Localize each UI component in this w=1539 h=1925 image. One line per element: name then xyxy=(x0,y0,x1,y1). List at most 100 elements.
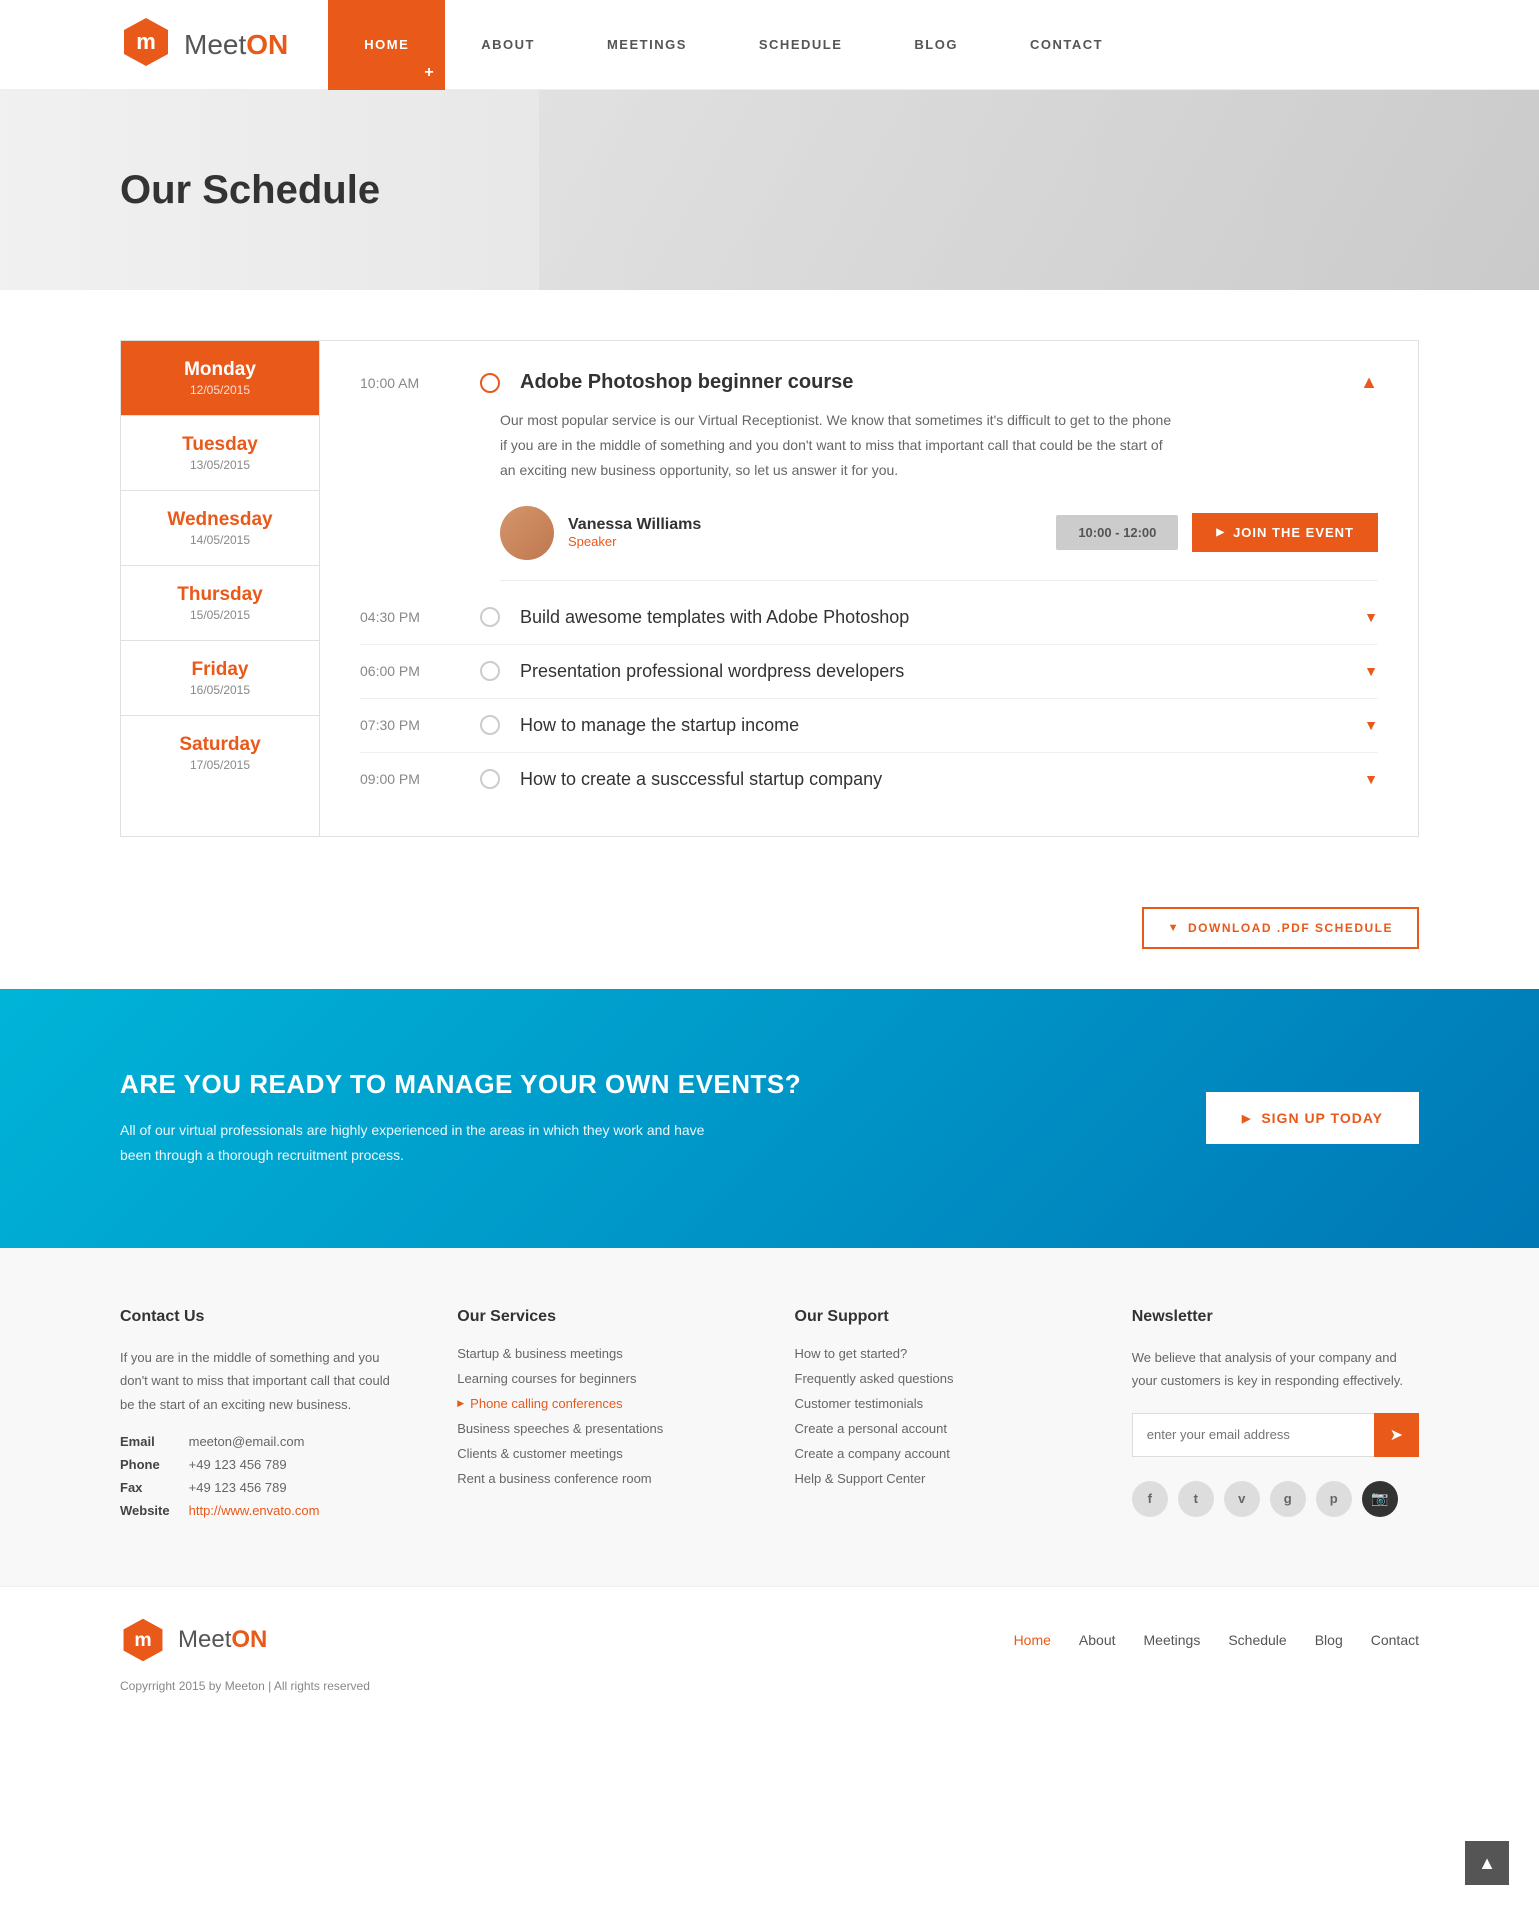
event-time-2: 06:00 PM xyxy=(360,663,480,679)
day-sidebar: Monday 12/05/2015 Tuesday 13/05/2015 Wed… xyxy=(120,340,320,837)
day-name-tuesday: Tuesday xyxy=(131,434,309,456)
nav-schedule[interactable]: SCHEDULE xyxy=(723,0,879,90)
featured-event-dot xyxy=(480,373,500,393)
google-icon[interactable]: g xyxy=(1270,1481,1306,1517)
service-link-4[interactable]: Business speeches & presentations xyxy=(457,1421,744,1436)
send-icon: ➤ xyxy=(1390,1427,1403,1444)
day-saturday[interactable]: Saturday 17/05/2015 xyxy=(121,716,319,790)
service-link-3[interactable]: ▶ Phone calling conferences xyxy=(457,1396,744,1411)
scroll-to-top-button[interactable]: ▲ xyxy=(1465,1841,1509,1885)
day-wednesday[interactable]: Wednesday 14/05/2015 xyxy=(121,491,319,566)
nav-blog[interactable]: BLOG xyxy=(878,0,994,90)
footer-nav-home[interactable]: Home xyxy=(1014,1632,1051,1648)
event-title-4: How to create a susccessful startup comp… xyxy=(520,769,1354,790)
nav-contact[interactable]: CONTACT xyxy=(994,0,1139,90)
hero-banner: Our Schedule xyxy=(0,90,1539,290)
day-date-wednesday: 14/05/2015 xyxy=(131,533,309,547)
website-link[interactable]: http://www.envato.com xyxy=(189,1503,320,1518)
newsletter-submit-button[interactable]: ➤ xyxy=(1374,1413,1419,1457)
day-date-thursday: 15/05/2015 xyxy=(131,608,309,622)
event-chevron-1[interactable]: ▼ xyxy=(1364,609,1378,625)
footer-contact-heading: Contact Us xyxy=(120,1308,407,1326)
speaker-avatar xyxy=(500,506,554,560)
svg-text:m: m xyxy=(134,1629,151,1651)
service-link-6[interactable]: Rent a business conference room xyxy=(457,1471,744,1486)
footer-newsletter-col: Newsletter We believe that analysis of y… xyxy=(1132,1308,1419,1526)
day-tuesday[interactable]: Tuesday 13/05/2015 xyxy=(121,416,319,491)
nav-meetings[interactable]: MEETINGS xyxy=(571,0,723,90)
twitter-icon[interactable]: t xyxy=(1178,1481,1214,1517)
logo-text: MeetON xyxy=(184,29,288,61)
event-row-2: 06:00 PM Presentation professional wordp… xyxy=(360,645,1378,699)
copyright: Copyrright 2015 by Meeton | All rights r… xyxy=(120,1679,1419,1693)
footer-nav-contact[interactable]: Contact xyxy=(1371,1632,1419,1648)
featured-event-time: 10:00 AM xyxy=(360,375,480,391)
support-link-3[interactable]: Customer testimonials xyxy=(795,1396,1082,1411)
footer-nav-meetings[interactable]: Meetings xyxy=(1144,1632,1201,1648)
footer: Contact Us If you are in the middle of s… xyxy=(0,1248,1539,1586)
vimeo-icon[interactable]: v xyxy=(1224,1481,1260,1517)
support-link-6[interactable]: Help & Support Center xyxy=(795,1471,1082,1486)
speaker-name: Vanessa Williams xyxy=(568,516,701,534)
footer-nav-blog[interactable]: Blog xyxy=(1315,1632,1343,1648)
featured-event-toggle-icon[interactable]: ▲ xyxy=(1360,372,1378,393)
day-friday[interactable]: Friday 16/05/2015 xyxy=(121,641,319,716)
support-link-5[interactable]: Create a company account xyxy=(795,1446,1082,1461)
event-chevron-4[interactable]: ▼ xyxy=(1364,771,1378,787)
footer-nav-schedule[interactable]: Schedule xyxy=(1228,1632,1286,1648)
day-name-thursday: Thursday xyxy=(131,584,309,606)
footer-support-col: Our Support How to get started? Frequent… xyxy=(795,1308,1082,1526)
signup-button[interactable]: ▶ SIGN UP TODAY xyxy=(1206,1092,1419,1144)
day-name-monday: Monday xyxy=(131,359,309,381)
day-thursday[interactable]: Thursday 15/05/2015 xyxy=(121,566,319,641)
facebook-icon[interactable]: f xyxy=(1132,1481,1168,1517)
join-event-button[interactable]: ▶ JOIN THE EVENT xyxy=(1192,513,1378,552)
pinterest-icon[interactable]: p xyxy=(1316,1481,1352,1517)
day-name-wednesday: Wednesday xyxy=(131,509,309,531)
page-title: Our Schedule xyxy=(120,168,380,213)
event-time-1: 04:30 PM xyxy=(360,609,480,625)
phone-label: Phone xyxy=(120,1457,185,1472)
instagram-icon[interactable]: 📷 xyxy=(1362,1481,1398,1517)
footer-nav: Home About Meetings Schedule Blog Contac… xyxy=(1014,1632,1419,1648)
fax-label: Fax xyxy=(120,1480,185,1495)
event-time-3: 07:30 PM xyxy=(360,717,480,733)
logo-area: m MeetON xyxy=(0,16,288,73)
day-date-saturday: 17/05/2015 xyxy=(131,758,309,772)
header: m MeetON HOME + ABOUT MEETINGS SCHEDULE … xyxy=(0,0,1539,90)
svg-text:m: m xyxy=(136,29,156,54)
event-row-3: 07:30 PM How to manage the startup incom… xyxy=(360,699,1378,753)
footer-phone-row: Phone +49 123 456 789 xyxy=(120,1457,407,1472)
nav-about[interactable]: ABOUT xyxy=(445,0,571,90)
event-chevron-2[interactable]: ▼ xyxy=(1364,663,1378,679)
footer-fax-row: Fax +49 123 456 789 xyxy=(120,1480,407,1495)
support-link-4[interactable]: Create a personal account xyxy=(795,1421,1082,1436)
support-link-2[interactable]: Frequently asked questions xyxy=(795,1371,1082,1386)
fax-value: +49 123 456 789 xyxy=(189,1480,287,1495)
email-value: meeton@email.com xyxy=(189,1434,305,1449)
download-pdf-button[interactable]: ▼ DOWNLOAD .PDF SCHEDULE xyxy=(1142,907,1419,949)
cta-section: ARE YOU READY TO MANAGE YOUR OWN EVENTS?… xyxy=(0,989,1539,1248)
service-link-2[interactable]: Learning courses for beginners xyxy=(457,1371,744,1386)
footer-bottom: m MeetON Home About Meetings Schedule Bl… xyxy=(0,1586,1539,1723)
service-link-5[interactable]: Clients & customer meetings xyxy=(457,1446,744,1461)
support-link-1[interactable]: How to get started? xyxy=(795,1346,1082,1361)
footer-logo: m MeetON xyxy=(120,1617,267,1663)
service-link-1[interactable]: Startup & business meetings xyxy=(457,1346,744,1361)
event-chevron-3[interactable]: ▼ xyxy=(1364,717,1378,733)
day-monday[interactable]: Monday 12/05/2015 xyxy=(121,341,319,416)
nav-home[interactable]: HOME + xyxy=(328,0,445,90)
newsletter-email-input[interactable] xyxy=(1132,1413,1374,1457)
event-dot-2 xyxy=(480,661,500,681)
event-time-4: 09:00 PM xyxy=(360,771,480,787)
footer-contact-paragraph: If you are in the middle of something an… xyxy=(120,1346,407,1416)
footer-logo-text: MeetON xyxy=(178,1626,267,1654)
cta-heading: ARE YOU READY TO MANAGE YOUR OWN EVENTS? xyxy=(120,1069,801,1100)
footer-support-heading: Our Support xyxy=(795,1308,1082,1326)
day-date-friday: 16/05/2015 xyxy=(131,683,309,697)
footer-nav-about[interactable]: About xyxy=(1079,1632,1116,1648)
footer-services-col: Our Services Startup & business meetings… xyxy=(457,1308,744,1526)
day-name-friday: Friday xyxy=(131,659,309,681)
featured-event: 10:00 AM Adobe Photoshop beginner course… xyxy=(360,371,1378,581)
main-nav: HOME + ABOUT MEETINGS SCHEDULE BLOG CONT… xyxy=(328,0,1139,90)
